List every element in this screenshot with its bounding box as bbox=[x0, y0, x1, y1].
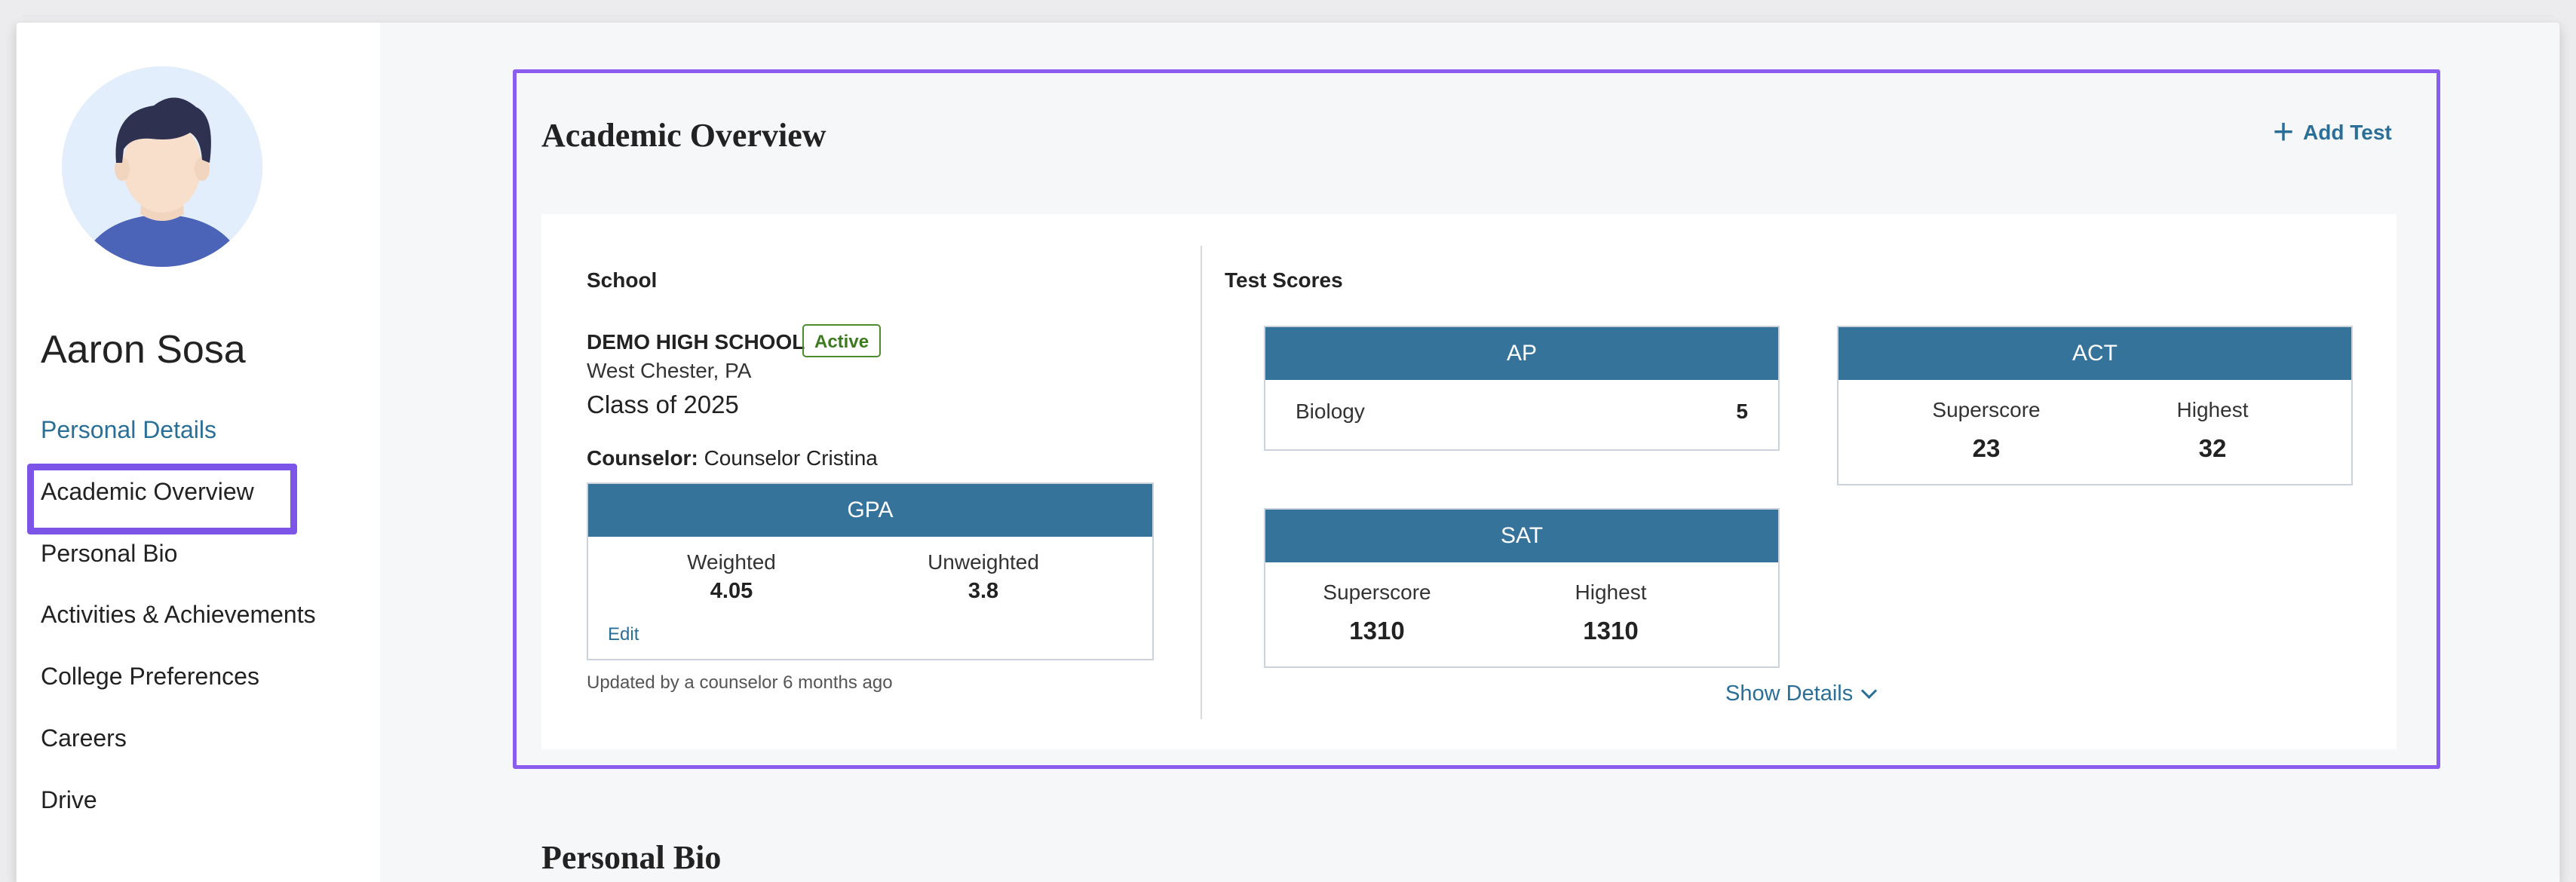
weighted-label: Weighted bbox=[687, 550, 776, 574]
column-divider bbox=[1201, 246, 1202, 719]
sat-score-box: SAT Superscore 1310 Highest 1310 bbox=[1264, 508, 1780, 668]
window-top-edge bbox=[23, 15, 2553, 17]
ap-subject: Biology bbox=[1296, 400, 1365, 423]
sat-superscore-label: Superscore bbox=[1323, 580, 1431, 604]
gpa-edit-link[interactable]: Edit bbox=[608, 624, 639, 645]
act-highest-label: Highest bbox=[2176, 398, 2249, 421]
nav-selection-highlight bbox=[27, 464, 297, 534]
status-badge: Active bbox=[802, 324, 882, 357]
school-location: West Chester, PA bbox=[587, 359, 752, 382]
personal-bio-section-title: Personal Bio bbox=[541, 839, 722, 876]
ap-score-box: AP Biology 5 bbox=[1264, 326, 1780, 451]
sat-superscore-value: 1310 bbox=[1349, 617, 1405, 645]
sidebar: Aaron Sosa Personal Details Academic Ove… bbox=[17, 23, 380, 882]
sidebar-item-college-preferences[interactable]: College Preferences bbox=[41, 663, 259, 691]
sat-header: SAT bbox=[1265, 510, 1778, 562]
main-content: Academic Overview + Add Test School DEMO… bbox=[380, 23, 2559, 882]
school-section-label: School bbox=[587, 268, 658, 292]
weighted-value: 4.05 bbox=[710, 579, 753, 603]
act-score-box: ACT Superscore 23 Highest 32 bbox=[1837, 326, 2353, 485]
class-year: Class of 2025 bbox=[587, 390, 739, 418]
unweighted-label: Unweighted bbox=[928, 550, 1039, 574]
app-window: Aaron Sosa Personal Details Academic Ove… bbox=[17, 23, 2559, 882]
sidebar-item-careers[interactable]: Careers bbox=[41, 724, 127, 752]
academic-card: School DEMO HIGH SCHOOL Active West Ches… bbox=[541, 214, 2397, 749]
ap-score: 5 bbox=[1736, 400, 1748, 423]
counselor-label: Counselor: bbox=[587, 446, 698, 470]
act-header: ACT bbox=[1838, 327, 2351, 380]
chevron-down-icon bbox=[1861, 682, 1878, 700]
test-scores-label: Test Scores bbox=[1225, 268, 1343, 292]
avatar bbox=[62, 66, 262, 267]
sidebar-item-activities-achievements[interactable]: Activities & Achievements bbox=[41, 601, 316, 629]
user-avatar-icon bbox=[62, 66, 262, 267]
ap-row: Biology 5 bbox=[1296, 400, 1748, 424]
gpa-box: GPA Weighted 4.05 Unweighted 3.8 Edit bbox=[587, 482, 1154, 660]
school-name: DEMO HIGH SCHOOL bbox=[587, 330, 805, 354]
counselor-name: Counselor Cristina bbox=[704, 446, 878, 470]
sidebar-item-drive[interactable]: Drive bbox=[41, 786, 97, 814]
act-superscore-value: 23 bbox=[1972, 434, 2001, 462]
gpa-header: GPA bbox=[588, 484, 1152, 537]
sidebar-item-personal-bio[interactable]: Personal Bio bbox=[41, 540, 177, 568]
add-test-label: Add Test bbox=[2303, 121, 2392, 144]
plus-icon: + bbox=[2273, 112, 2295, 152]
show-details-label: Show Details bbox=[1725, 681, 1854, 706]
gpa-updated-text: Updated by a counselor 6 months ago bbox=[587, 672, 893, 693]
ap-header: AP bbox=[1265, 327, 1778, 380]
student-name: Aaron Sosa bbox=[41, 328, 246, 372]
counselor-line: Counselor: Counselor Cristina bbox=[587, 446, 878, 470]
sidebar-item-personal-details[interactable]: Personal Details bbox=[41, 416, 216, 444]
sat-highest-label: Highest bbox=[1575, 580, 1647, 604]
sat-highest-value: 1310 bbox=[1583, 617, 1639, 645]
act-superscore-label: Superscore bbox=[1932, 398, 2041, 421]
unweighted-value: 3.8 bbox=[968, 579, 999, 603]
add-test-button[interactable]: + Add Test bbox=[2273, 112, 2392, 152]
show-details-button[interactable]: Show Details bbox=[1725, 681, 1878, 706]
section-title: Academic Overview bbox=[541, 117, 826, 154]
act-highest-value: 32 bbox=[2198, 434, 2227, 462]
